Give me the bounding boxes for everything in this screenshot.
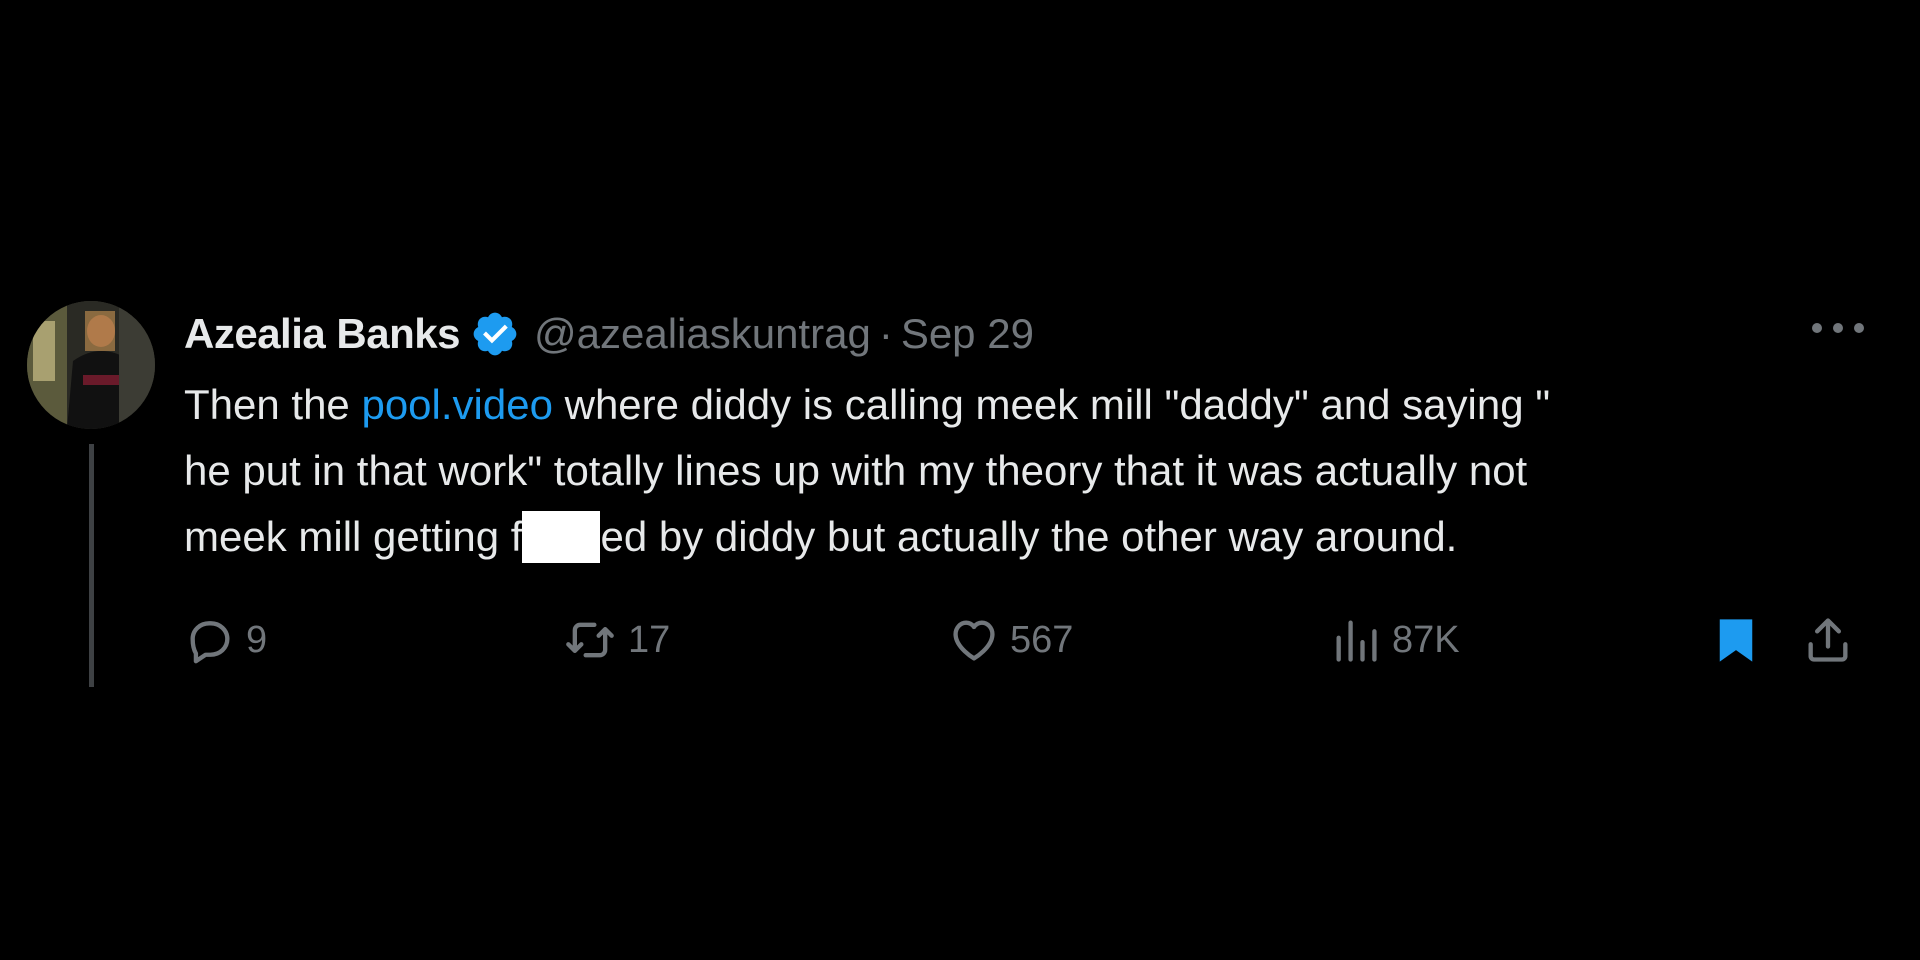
- views-count: 87K: [1392, 618, 1460, 661]
- bookmark-button[interactable]: [1710, 612, 1762, 668]
- tweet-text-line-3: meek mill getting f ed by diddy but actua…: [184, 504, 1844, 570]
- more-icon[interactable]: [1812, 318, 1864, 338]
- reply-button[interactable]: 9: [184, 612, 267, 668]
- like-count: 567: [1010, 618, 1074, 661]
- views-icon: [1336, 620, 1377, 662]
- heart-icon: [953, 620, 995, 661]
- tweet-text-line-1: Then the pool.video where diddy is calli…: [184, 372, 1844, 438]
- views-button[interactable]: 87K: [1330, 612, 1460, 668]
- tweet-text-line-2: he put in that work" totally lines up wi…: [184, 447, 1528, 494]
- tweet-link[interactable]: pool.video: [361, 381, 552, 428]
- user-handle[interactable]: @azealiaskuntrag: [534, 310, 871, 358]
- tweet-text-segment: ed by diddy but actually the other way a…: [600, 513, 1458, 560]
- bookmark-icon: [1719, 619, 1753, 662]
- thread-line: [89, 444, 94, 687]
- avatar[interactable]: [27, 301, 155, 429]
- redaction-box: [522, 511, 601, 563]
- display-name[interactable]: Azealia Banks: [184, 310, 460, 358]
- verified-badge-icon[interactable]: [470, 309, 520, 359]
- tweet-text-segment: Then the: [184, 381, 362, 428]
- like-button[interactable]: 567: [948, 612, 1073, 668]
- reply-count: 9: [246, 618, 268, 661]
- tweet-text-segment: meek mill getting f: [184, 513, 523, 560]
- share-icon: [1808, 618, 1848, 662]
- header-separator: ·: [878, 310, 893, 357]
- tweet-text: Then the pool.video where diddy is calli…: [184, 372, 1844, 570]
- repost-count: 17: [628, 618, 671, 661]
- share-button[interactable]: [1802, 612, 1854, 668]
- tweet-header: Azealia Banks @azealiaskuntrag · Sep 29: [184, 306, 1034, 362]
- repost-button[interactable]: 17: [562, 612, 670, 668]
- tweet[interactable]: Azealia Banks @azealiaskuntrag · Sep 29 …: [0, 0, 1920, 960]
- avatar-image: [27, 301, 155, 429]
- tweet-text-segment: where diddy is calling meek mill "daddy"…: [552, 381, 1551, 428]
- repost-icon: [566, 622, 614, 658]
- tweet-date[interactable]: Sep 29: [901, 310, 1034, 358]
- reply-icon: [190, 621, 230, 664]
- action-bar: 9 17 567 87K: [184, 612, 1864, 668]
